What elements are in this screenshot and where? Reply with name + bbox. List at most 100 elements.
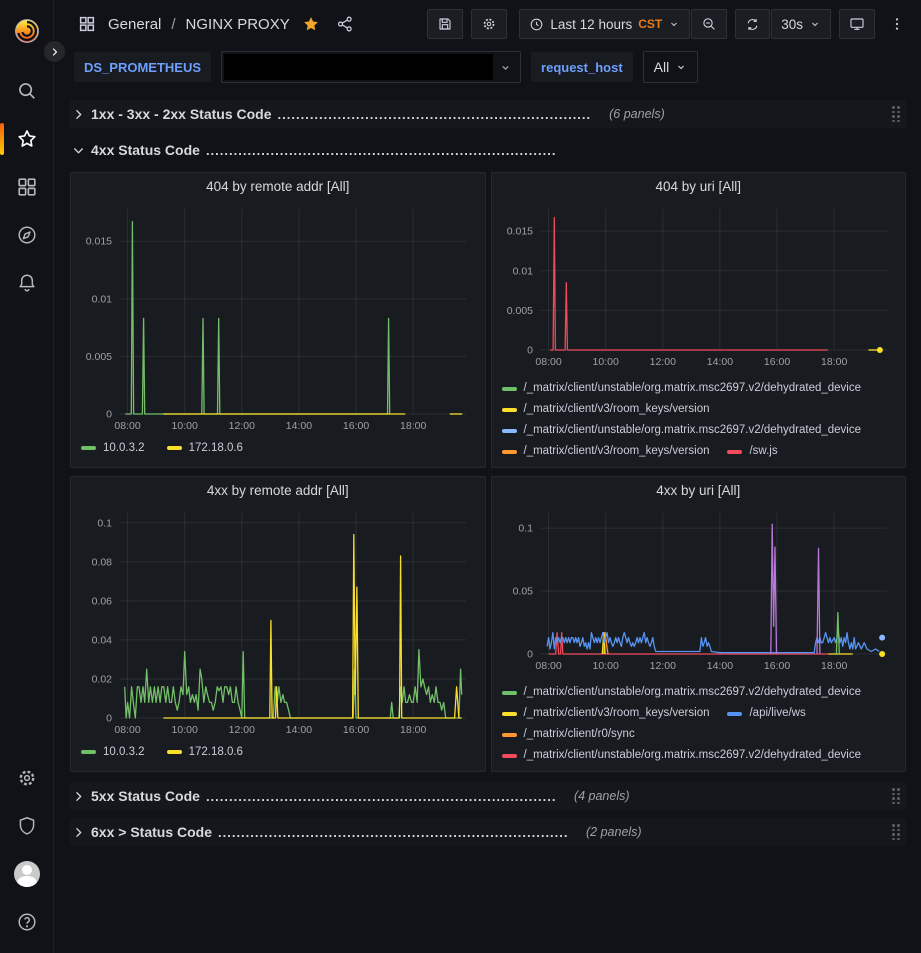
svg-text:0.05: 0.05: [512, 586, 533, 598]
request-host-variable-label[interactable]: request_host: [531, 52, 633, 82]
legend-label: /_matrix/client/unstable/org.matrix.msc2…: [524, 378, 862, 399]
chart-404-by-uri[interactable]: 08:0010:0012:0014:0016:0018:0000.0050.01…: [492, 199, 906, 376]
main-area: General / NGINX PROXY: [54, 0, 921, 953]
svg-text:0.01: 0.01: [92, 293, 113, 305]
grafana-logo[interactable]: [7, 10, 47, 52]
svg-text:10:00: 10:00: [592, 660, 618, 672]
chart-4xx-by-uri[interactable]: 08:0010:0012:0014:0016:0018:0000.050.1: [492, 503, 906, 680]
chart-4xx-by-remote-addr[interactable]: 08:0010:0012:0014:0016:0018:0000.020.040…: [71, 503, 485, 744]
row-panel-count: (6 panels): [609, 107, 665, 121]
legend-item[interactable]: 172.18.0.6: [167, 746, 243, 758]
row-drag-handle[interactable]: [892, 788, 900, 804]
legend-label: /_matrix/client/v3/room_keys/version: [524, 399, 710, 420]
grafana-app: General / NGINX PROXY: [0, 0, 921, 953]
svg-text:10:00: 10:00: [172, 420, 198, 432]
svg-text:14:00: 14:00: [286, 420, 312, 432]
row-1xx-3xx-2xx-status-code[interactable]: 1xx - 3xx - 2xx Status Code ............…: [70, 100, 906, 128]
svg-text:18:00: 18:00: [400, 724, 426, 736]
sidebar-item-profile[interactable]: [7, 853, 47, 895]
chart-svg-4xx-by-uri[interactable]: 08:0010:0012:0014:0016:0018:0000.050.1: [498, 503, 896, 675]
row-title-dots: ........................................…: [206, 143, 556, 158]
legend-item[interactable]: 10.0.3.2: [81, 442, 145, 454]
time-range-picker[interactable]: Last 12 hours CST: [519, 9, 690, 39]
row-drag-handle[interactable]: [892, 824, 900, 840]
favorite-star-icon[interactable]: [298, 11, 324, 37]
chart-404-by-remote-addr[interactable]: 08:0010:0012:0014:0016:0018:0000.0050.01…: [71, 199, 485, 440]
svg-text:16:00: 16:00: [343, 420, 369, 432]
panel-title[interactable]: 404 by remote addr [All]: [71, 173, 485, 199]
share-icon[interactable]: [332, 11, 358, 37]
sidebar-item-alerting[interactable]: [7, 262, 47, 304]
sidebar-item-explore[interactable]: [7, 214, 47, 256]
panel-title[interactable]: 404 by uri [All]: [492, 173, 906, 199]
bell-icon: [16, 272, 38, 294]
chart-svg-404-by-uri[interactable]: 08:0010:0012:0014:0016:0018:0000.0050.01…: [498, 199, 896, 371]
sidebar-item-configuration[interactable]: [7, 757, 47, 799]
row-5xx-status-code[interactable]: 5xx Status Code ........................…: [70, 782, 906, 810]
sidebar-item-help[interactable]: [7, 901, 47, 943]
zoom-out-time-button[interactable]: [691, 9, 727, 39]
legend-label: /api/live/ws: [749, 703, 805, 724]
legend-item[interactable]: 172.18.0.6: [167, 442, 243, 454]
refresh-interval-picker[interactable]: 30s: [771, 9, 831, 39]
legend-label: /sw.js: [749, 441, 777, 462]
toolbar-actions: Last 12 hours CST: [427, 9, 909, 39]
time-controls: Last 12 hours CST: [519, 9, 727, 39]
row-6xx-status-code[interactable]: 6xx > Status Code ......................…: [70, 818, 906, 846]
legend-label: 172.18.0.6: [189, 746, 243, 758]
legend-item[interactable]: /sw.js: [727, 441, 777, 462]
legend-item[interactable]: /_matrix/client/v3/room_keys/version: [502, 441, 710, 462]
svg-text:0.005: 0.005: [506, 305, 532, 317]
legend-swatch: [502, 387, 517, 391]
chart-svg-404-by-remote-addr[interactable]: 08:0010:0012:0014:0016:0018:0000.0050.01…: [77, 199, 475, 435]
chart-svg-4xx-by-remote-addr[interactable]: 08:0010:0012:0014:0016:0018:0000.020.040…: [77, 503, 475, 739]
legend-swatch: [502, 408, 517, 412]
dashboard-canvas: 1xx - 3xx - 2xx Status Code ............…: [54, 92, 921, 953]
more-options-kebab[interactable]: [885, 12, 909, 36]
legend-item[interactable]: /api/live/ws: [727, 703, 805, 724]
datasource-variable-label[interactable]: DS_PROMETHEUS: [74, 52, 211, 82]
breadcrumb-section[interactable]: General: [108, 16, 161, 33]
row-drag-handle[interactable]: [892, 106, 900, 122]
panel-title[interactable]: 4xx by remote addr [All]: [71, 477, 485, 503]
datasource-variable-select[interactable]: [221, 51, 521, 83]
legend-swatch: [727, 450, 742, 454]
legend-label: /_matrix/client/v3/room_keys/version: [524, 703, 710, 724]
row-title: 5xx Status Code: [91, 788, 200, 804]
panel-4xx-by-uri: 4xx by uri [All] 08:0010:0012:0014:0016:…: [491, 476, 907, 772]
sidebar-item-dashboards[interactable]: [7, 166, 47, 208]
sidebar-item-search[interactable]: [7, 70, 47, 112]
legend-swatch: [502, 450, 517, 454]
legend-item[interactable]: 10.0.3.2: [81, 746, 145, 758]
cycle-view-mode-button[interactable]: [839, 9, 875, 39]
panel-legend: /_matrix/client/unstable/org.matrix.msc2…: [492, 376, 906, 462]
svg-text:0.08: 0.08: [92, 556, 113, 568]
request-host-variable-select[interactable]: All: [643, 51, 699, 83]
svg-text:18:00: 18:00: [821, 660, 847, 672]
refresh-button[interactable]: [735, 9, 770, 39]
legend-item[interactable]: /_matrix/client/unstable/org.matrix.msc2…: [502, 420, 862, 441]
svg-text:0: 0: [106, 713, 112, 725]
sidebar-expand-button[interactable]: [43, 40, 66, 63]
legend-item[interactable]: /_matrix/client/unstable/org.matrix.msc2…: [502, 745, 862, 766]
row-4xx-status-code[interactable]: 4xx Status Code ........................…: [70, 136, 906, 164]
series-line: [550, 218, 828, 350]
save-icon: [437, 16, 453, 32]
sidebar-item-starred[interactable]: [7, 118, 47, 160]
sidebar: [0, 0, 54, 953]
compass-icon: [16, 224, 38, 246]
row-panel-count: (4 panels): [574, 789, 630, 803]
legend-item[interactable]: /_matrix/client/r0/sync: [502, 724, 635, 745]
legend-item[interactable]: /_matrix/client/unstable/org.matrix.msc2…: [502, 378, 862, 399]
chevron-down-icon: [499, 61, 512, 74]
legend-item[interactable]: /_matrix/client/v3/room_keys/version: [502, 703, 710, 724]
row-title-dots: ........................................…: [206, 789, 556, 804]
save-dashboard-button[interactable]: [427, 9, 463, 39]
dashboard-settings-button[interactable]: [471, 9, 507, 39]
panel-legend: 10.0.3.2 172.18.0.6: [71, 744, 485, 758]
legend-item[interactable]: /_matrix/client/unstable/org.matrix.msc2…: [502, 682, 862, 703]
chevron-right-icon: [72, 826, 85, 839]
legend-item[interactable]: /_matrix/client/v3/room_keys/version: [502, 399, 710, 420]
sidebar-item-server-admin[interactable]: [7, 805, 47, 847]
panel-title[interactable]: 4xx by uri [All]: [492, 477, 906, 503]
